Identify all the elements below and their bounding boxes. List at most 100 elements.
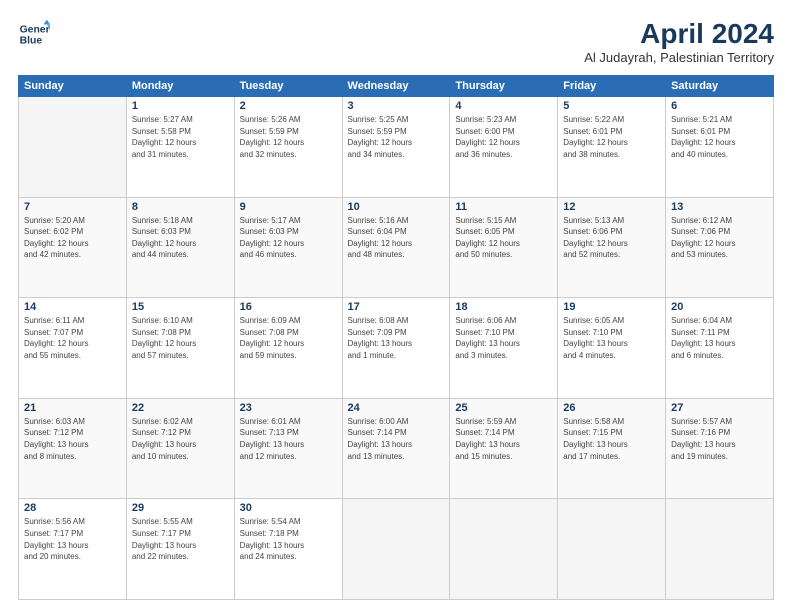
day-number: 17 [348,301,445,313]
day-info: Sunrise: 5:20 AM Sunset: 6:02 PM Dayligh… [24,215,121,261]
calendar-day-cell: 8Sunrise: 5:18 AM Sunset: 6:03 PM Daylig… [126,197,234,298]
calendar-day-cell: 19 Sunrise: 6:05 AM Sunset: 7:10 PM Dayli… [558,298,666,399]
month-title: April 2024 [584,18,774,50]
day-number: 16 [240,301,337,313]
calendar-day-cell [19,97,127,198]
svg-text:Blue: Blue [20,36,43,47]
day-info: Sunrise: 6:06 AM Sunset: 7:10 PM Dayligh… [455,315,552,361]
calendar-week-row: 7 Sunrise: 5:20 AM Sunset: 6:02 PM Daylig… [19,197,774,298]
calendar-day-cell: 13Sunrise: 6:12 AM Sunset: 7:06 PM Dayli… [666,197,774,298]
day-number: 26 [563,402,660,414]
day-info: Sunrise: 6:01 AM Sunset: 7:13 PM Dayligh… [240,416,337,462]
logo: General Blue [18,18,50,50]
calendar-day-cell: 24Sunrise: 6:00 AM Sunset: 7:14 PM Dayli… [342,398,450,499]
day-info: Sunrise: 6:08 AM Sunset: 7:09 PM Dayligh… [348,315,445,361]
day-number: 6 [671,100,768,112]
calendar-day-cell: 4 Sunrise: 5:23 AM Sunset: 6:00 PM Daylig… [450,97,558,198]
calendar-day-cell: 10Sunrise: 5:16 AM Sunset: 6:04 PM Dayli… [342,197,450,298]
day-number: 5 [563,100,660,112]
day-number: 1 [132,100,229,112]
day-number: 12 [563,201,660,213]
day-info: Sunrise: 5:15 AM Sunset: 6:05 PM Dayligh… [455,215,552,261]
day-info: Sunrise: 6:05 AM Sunset: 7:10 PM Dayligh… [563,315,660,361]
calendar-day-cell: 27Sunrise: 5:57 AM Sunset: 7:16 PM Dayli… [666,398,774,499]
day-number: 11 [455,201,552,213]
header-thursday: Thursday [450,76,558,97]
day-info: Sunrise: 6:02 AM Sunset: 7:12 PM Dayligh… [132,416,229,462]
logo-icon: General Blue [18,18,50,50]
calendar-day-cell: 12 Sunrise: 5:13 AM Sunset: 6:06 PM Dayli… [558,197,666,298]
header-sunday: Sunday [19,76,127,97]
header-friday: Friday [558,76,666,97]
day-info: Sunrise: 5:56 AM Sunset: 7:17 PM Dayligh… [24,516,121,562]
calendar-week-row: 1 Sunrise: 5:27 AM Sunset: 5:58 PM Daylig… [19,97,774,198]
day-number: 9 [240,201,337,213]
day-number: 27 [671,402,768,414]
day-number: 29 [132,502,229,514]
calendar-day-cell: 6 Sunrise: 5:21 AM Sunset: 6:01 PM Daylig… [666,97,774,198]
day-info: Sunrise: 5:21 AM Sunset: 6:01 PM Dayligh… [671,114,768,160]
calendar-day-cell: 17 Sunrise: 6:08 AM Sunset: 7:09 PM Dayli… [342,298,450,399]
day-info: Sunrise: 6:10 AM Sunset: 7:08 PM Dayligh… [132,315,229,361]
calendar-table: Sunday Monday Tuesday Wednesday Thursday… [18,75,774,600]
day-number: 22 [132,402,229,414]
day-info: Sunrise: 6:04 AM Sunset: 7:11 PM Dayligh… [671,315,768,361]
svg-text:General: General [20,24,50,35]
day-info: Sunrise: 5:59 AM Sunset: 7:14 PM Dayligh… [455,416,552,462]
calendar-day-cell: 21Sunrise: 6:03 AM Sunset: 7:12 PM Dayli… [19,398,127,499]
day-info: Sunrise: 5:27 AM Sunset: 5:58 PM Dayligh… [132,114,229,160]
calendar-day-cell: 22 Sunrise: 6:02 AM Sunset: 7:12 PM Dayli… [126,398,234,499]
day-info: Sunrise: 5:13 AM Sunset: 6:06 PM Dayligh… [563,215,660,261]
calendar-day-cell: 30 Sunrise: 5:54 AM Sunset: 7:18 PM Dayli… [234,499,342,600]
calendar-day-cell [450,499,558,600]
calendar-day-cell: 20 Sunrise: 6:04 AM Sunset: 7:11 PM Dayli… [666,298,774,399]
day-number: 7 [24,201,121,213]
calendar-day-cell: 1 Sunrise: 5:27 AM Sunset: 5:58 PM Daylig… [126,97,234,198]
calendar-day-cell: 29Sunrise: 5:55 AM Sunset: 7:17 PM Dayli… [126,499,234,600]
calendar-day-cell: 18 Sunrise: 6:06 AM Sunset: 7:10 PM Dayli… [450,298,558,399]
day-number: 20 [671,301,768,313]
day-info: Sunrise: 5:23 AM Sunset: 6:00 PM Dayligh… [455,114,552,160]
day-number: 19 [563,301,660,313]
calendar-day-cell: 3 Sunrise: 5:25 AM Sunset: 5:59 PM Daylig… [342,97,450,198]
location-subtitle: Al Judayrah, Palestinian Territory [584,50,774,65]
calendar-day-cell: 7 Sunrise: 5:20 AM Sunset: 6:02 PM Daylig… [19,197,127,298]
calendar-day-cell [558,499,666,600]
calendar-day-cell: 23 Sunrise: 6:01 AM Sunset: 7:13 PM Dayli… [234,398,342,499]
calendar-day-cell: 14 Sunrise: 6:11 AM Sunset: 7:07 PM Dayli… [19,298,127,399]
day-number: 2 [240,100,337,112]
day-number: 3 [348,100,445,112]
day-number: 4 [455,100,552,112]
day-info: Sunrise: 6:11 AM Sunset: 7:07 PM Dayligh… [24,315,121,361]
calendar-week-row: 14 Sunrise: 6:11 AM Sunset: 7:07 PM Dayli… [19,298,774,399]
day-number: 13 [671,201,768,213]
day-info: Sunrise: 5:18 AM Sunset: 6:03 PM Dayligh… [132,215,229,261]
calendar-day-cell: 26 Sunrise: 5:58 AM Sunset: 7:15 PM Dayli… [558,398,666,499]
day-number: 10 [348,201,445,213]
day-number: 23 [240,402,337,414]
header-saturday: Saturday [666,76,774,97]
calendar-day-cell: 11 Sunrise: 5:15 AM Sunset: 6:05 PM Dayli… [450,197,558,298]
calendar-week-row: 21Sunrise: 6:03 AM Sunset: 7:12 PM Dayli… [19,398,774,499]
page-header: General Blue April 2024 Al Judayrah, Pal… [18,18,774,65]
header-tuesday: Tuesday [234,76,342,97]
calendar-day-cell: 28 Sunrise: 5:56 AM Sunset: 7:17 PM Dayli… [19,499,127,600]
calendar-day-cell: 2 Sunrise: 5:26 AM Sunset: 5:59 PM Daylig… [234,97,342,198]
day-number: 30 [240,502,337,514]
calendar-day-cell [342,499,450,600]
calendar-week-row: 28 Sunrise: 5:56 AM Sunset: 7:17 PM Dayli… [19,499,774,600]
day-number: 18 [455,301,552,313]
calendar-day-cell: 15 Sunrise: 6:10 AM Sunset: 7:08 PM Dayli… [126,298,234,399]
day-info: Sunrise: 5:26 AM Sunset: 5:59 PM Dayligh… [240,114,337,160]
day-number: 14 [24,301,121,313]
day-info: Sunrise: 5:58 AM Sunset: 7:15 PM Dayligh… [563,416,660,462]
day-number: 28 [24,502,121,514]
day-number: 21 [24,402,121,414]
day-info: Sunrise: 5:25 AM Sunset: 5:59 PM Dayligh… [348,114,445,160]
calendar-day-cell: 25Sunrise: 5:59 AM Sunset: 7:14 PM Dayli… [450,398,558,499]
calendar-day-cell: 5 Sunrise: 5:22 AM Sunset: 6:01 PM Daylig… [558,97,666,198]
day-info: Sunrise: 5:22 AM Sunset: 6:01 PM Dayligh… [563,114,660,160]
day-info: Sunrise: 6:09 AM Sunset: 7:08 PM Dayligh… [240,315,337,361]
day-info: Sunrise: 5:54 AM Sunset: 7:18 PM Dayligh… [240,516,337,562]
day-number: 15 [132,301,229,313]
